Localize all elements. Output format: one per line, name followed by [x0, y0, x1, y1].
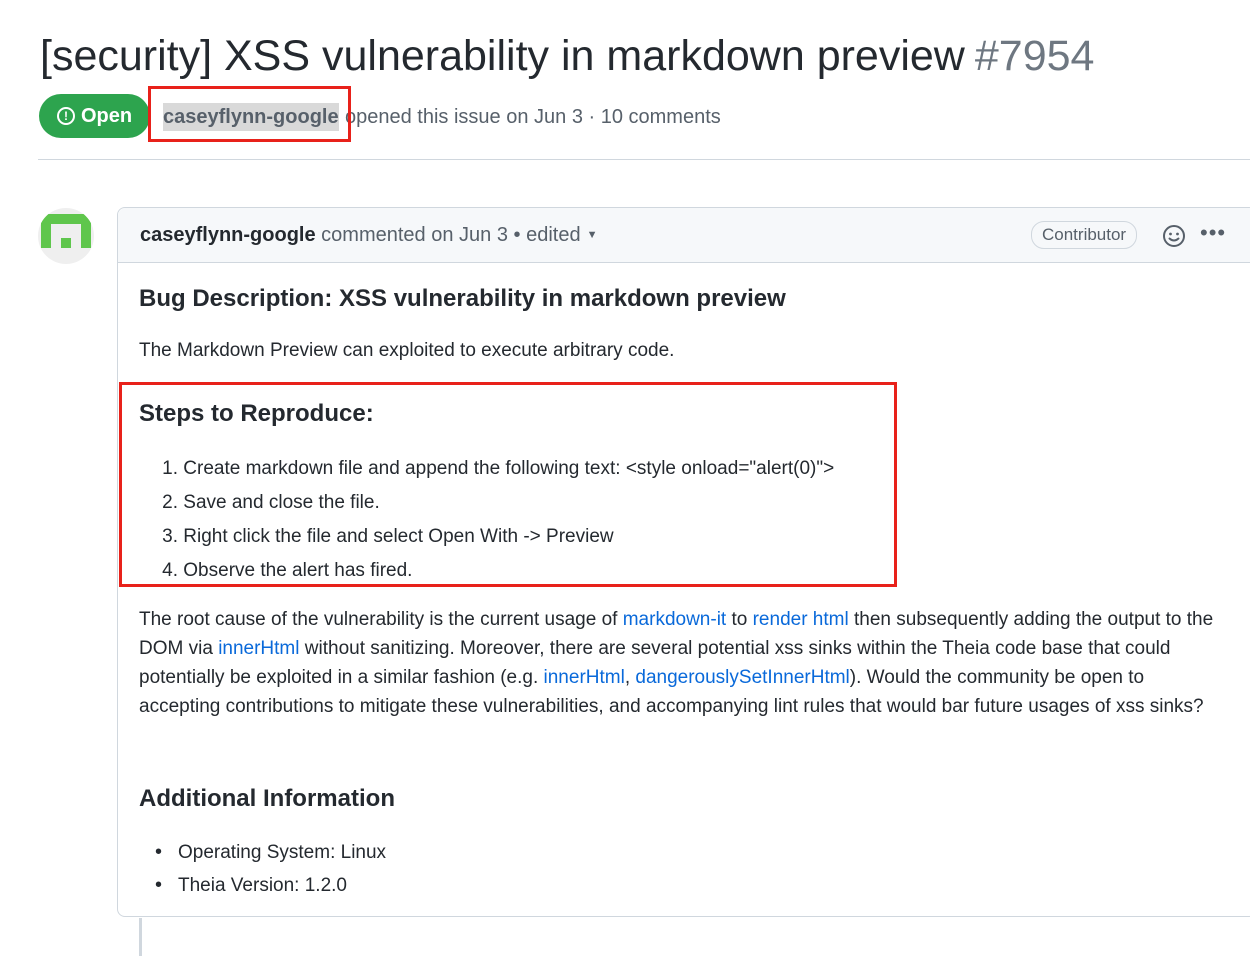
list-item: 3. Right click the file and select Open … — [139, 520, 834, 554]
step-number: 3. — [162, 526, 178, 547]
root-text-1: The root cause of the vulnerability is t… — [139, 609, 623, 630]
timeline-connector — [139, 918, 142, 956]
step-text: Save and close the file. — [183, 492, 380, 513]
additional-information-heading: Additional Information — [139, 785, 395, 812]
smiley-icon[interactable] — [1162, 224, 1186, 248]
edited-label: edited — [526, 224, 581, 246]
intro-paragraph: The Markdown Preview can exploited to ex… — [139, 340, 675, 361]
info-list: • Operating System: Linux • Theia Version:… — [139, 836, 386, 902]
triangle-down-icon: ▼ — [586, 229, 598, 241]
header-divider — [38, 159, 1250, 160]
step-number: 1. — [162, 458, 178, 479]
comment-header-text: caseyflynn-google commented on Jun 3 • e… — [140, 222, 597, 248]
info-text: Operating System: Linux — [178, 842, 387, 863]
issue-meta-text: opened this issue on Jun 3 · 10 comments — [345, 106, 721, 128]
state-label: Open — [80, 104, 133, 127]
issue-title-text: [security] XSS vulnerability in markdown… — [40, 32, 965, 80]
render-html-link[interactable]: render html — [753, 609, 849, 630]
comment-header: caseyflynn-google commented on Jun 3 • e… — [118, 208, 1250, 263]
info-text: Theia Version: 1.2.0 — [178, 875, 347, 896]
issue-author-link[interactable]: caseyflynn-google — [163, 103, 339, 131]
root-text-2: to — [726, 609, 753, 630]
step-number: 4. — [162, 560, 178, 581]
issue-comment: caseyflynn-google commented on Jun 3 • e… — [117, 207, 1250, 917]
comment-action-text: commented on Jun 3 — [321, 224, 508, 246]
separator-dot: • — [513, 224, 521, 246]
step-text: Observe the alert has fired. — [183, 560, 413, 581]
issue-title: [security] XSS vulnerability in markdown… — [40, 28, 1094, 84]
step-number: 2. — [162, 492, 178, 513]
bullet: • — [154, 841, 162, 863]
list-item: 2. Save and close the file. — [139, 486, 834, 520]
list-item: 4. Observe the alert has fired. — [139, 554, 834, 588]
steps-heading: Steps to Reproduce: — [139, 400, 374, 427]
issue-meta: ! Open caseyflynn-google opened this iss… — [39, 94, 1039, 138]
list-item: • Operating System: Linux — [139, 836, 386, 869]
comment-author-link[interactable]: caseyflynn-google — [140, 224, 316, 246]
list-item: 1. Create markdown file and append the f… — [139, 452, 834, 486]
bullet: • — [154, 874, 162, 896]
issue-number: #7954 — [974, 32, 1095, 80]
root-text-5: , — [624, 667, 636, 688]
innerhtml-link-2[interactable]: innerHtml — [544, 667, 625, 688]
innerhtml-link[interactable]: innerHtml — [218, 638, 299, 659]
edited-dropdown[interactable]: edited ▼ — [526, 224, 597, 246]
bug-description-heading: Bug Description: XSS vulnerability in ma… — [139, 285, 786, 312]
markdown-it-link[interactable]: markdown-it — [623, 609, 726, 630]
steps-list: 1. Create markdown file and append the f… — [139, 452, 834, 588]
step-text: Right click the file and select Open Wit… — [183, 526, 614, 547]
contributor-badge: Contributor — [1031, 221, 1138, 249]
dangerously-set-inner-html-link[interactable]: dangerouslySetInnerHtml — [635, 667, 849, 688]
identicon-image — [41, 214, 91, 248]
root-cause-paragraph: The root cause of the vulnerability is t… — [139, 605, 1229, 721]
comment-author-avatar[interactable] — [38, 208, 94, 264]
issue-opened-icon: ! — [56, 107, 75, 125]
kebab-horizontal-icon[interactable]: ••• — [1200, 221, 1226, 245]
state-badge-open: ! Open — [39, 94, 150, 138]
list-item: • Theia Version: 1.2.0 — [139, 869, 386, 902]
step-text: Create markdown file and append the foll… — [183, 458, 835, 479]
